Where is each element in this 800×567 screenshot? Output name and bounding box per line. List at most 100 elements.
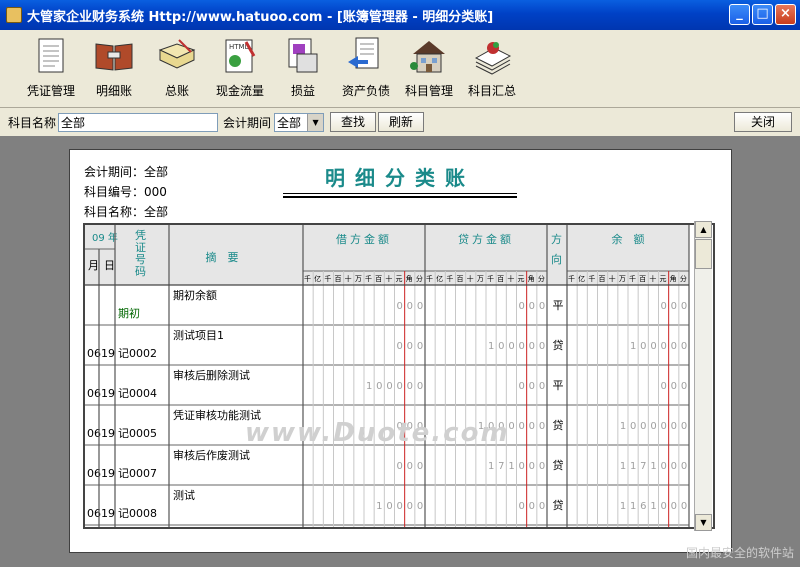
- minimize-button[interactable]: _: [729, 4, 750, 25]
- ledger-code: 科目编号：000: [84, 185, 167, 199]
- row-debit-amount: 0: [397, 381, 403, 392]
- vertical-scrollbar[interactable]: ▲ ▼: [694, 221, 712, 531]
- digit-header: 十: [649, 274, 656, 283]
- toolbar-subject-summary-button[interactable]: 科目汇总: [461, 30, 523, 106]
- digit-header: 百: [335, 275, 342, 283]
- find-button[interactable]: 查找: [330, 112, 377, 132]
- row-balance-amount: 0: [681, 381, 687, 392]
- toolbar-balance-sheet-button[interactable]: 资产负债: [335, 30, 397, 106]
- digit-header: 千: [304, 274, 311, 283]
- row-balance-amount: 1: [630, 501, 636, 512]
- toolbar-label: 损益: [290, 84, 315, 98]
- ledger-grid[interactable]: 09 年月日凭证号码摘 要借方金额 贷方金额方向余 额千亿千百十万千百十元角分千亿…: [83, 223, 715, 529]
- row-credit-amount: 0: [519, 381, 525, 392]
- toolbar-profit-loss-button[interactable]: 损益: [272, 30, 334, 106]
- row-debit-amount: 0: [407, 301, 413, 312]
- row-balance-amount: 0: [671, 301, 677, 312]
- row-voucher: 记0008: [118, 507, 157, 520]
- ledger-name: 科目名称：全部: [84, 205, 169, 219]
- chevron-down-icon[interactable]: ▼: [307, 113, 324, 131]
- row-debit-amount: 0: [417, 381, 423, 392]
- toolbar: 凭证管理 明细账 总账 HTML 现金流量 损益 资产负债 科目管理 科目汇总: [0, 30, 800, 108]
- digit-header: 角: [670, 274, 677, 283]
- header-voucher-char: 凭: [135, 228, 146, 242]
- row-balance-amount: 0: [681, 461, 687, 472]
- ledger-book-icon: [158, 39, 196, 69]
- row-balance-amount: 1: [630, 461, 636, 472]
- row-summary: 期初余额: [173, 288, 217, 302]
- row-debit-amount: 0: [397, 501, 403, 512]
- stacked-papers-icon: [474, 42, 512, 75]
- row-credit-amount: 0: [539, 461, 545, 472]
- row-direction: 贷: [553, 418, 564, 432]
- close-button[interactable]: 关闭: [734, 112, 792, 132]
- watermark: www.Duote.com: [245, 418, 510, 448]
- main-area: 会计期间：全部 科目编号：000 科目名称：全部 明细分类账 09 年月日凭证号…: [0, 136, 800, 567]
- digit-header: 亿: [314, 274, 321, 283]
- digit-header: 分: [538, 274, 545, 283]
- row-debit-amount: 0: [397, 301, 403, 312]
- row-balance-amount: 1: [650, 461, 656, 472]
- row-voucher: 记0002: [118, 347, 157, 360]
- toolbar-voucher-button[interactable]: 凭证管理: [20, 30, 82, 106]
- digit-header: 百: [375, 275, 382, 283]
- row-balance-amount: 0: [671, 421, 677, 432]
- subject-name-input[interactable]: [58, 112, 219, 132]
- toolbar-cashflow-button[interactable]: HTML 现金流量: [209, 30, 271, 106]
- scroll-thumb[interactable]: [695, 239, 712, 269]
- row-balance-amount: 0: [681, 341, 687, 352]
- row-balance-amount: 0: [661, 501, 667, 512]
- row-day: 19: [101, 507, 115, 520]
- toolbar-general-ledger-button[interactable]: 总账: [146, 30, 208, 106]
- scroll-up-icon[interactable]: ▲: [695, 221, 712, 238]
- row-credit-amount: 0: [519, 421, 525, 432]
- digit-header: 角: [528, 274, 535, 283]
- row-debit-amount: 0: [397, 461, 403, 472]
- row-balance-amount: 0: [681, 301, 687, 312]
- digit-header: 十: [385, 274, 392, 283]
- row-debit-amount: 0: [417, 461, 423, 472]
- row-balance-amount: 1: [620, 421, 626, 432]
- digit-header: 十: [609, 274, 616, 283]
- row-balance-amount: 1: [620, 501, 626, 512]
- period-select[interactable]: 全部 ▼: [274, 112, 325, 132]
- open-book-icon: [95, 43, 133, 71]
- scroll-down-icon[interactable]: ▼: [695, 514, 712, 531]
- toolbar-label: 科目管理: [404, 84, 453, 98]
- row-voucher: 期初: [118, 306, 140, 320]
- title-bar: 大管家企业财务系统 Http://www.hatuoo.com - [账簿管理器…: [0, 0, 800, 30]
- row-summary: 测试项目1: [173, 329, 224, 342]
- row-balance-amount: 0: [671, 381, 677, 392]
- digit-header: 亿: [578, 274, 585, 283]
- refresh-button[interactable]: 刷新: [378, 112, 425, 132]
- row-credit-amount: 7: [498, 461, 504, 472]
- row-direction: 贷: [553, 498, 564, 512]
- row-debit-amount: 1: [366, 381, 372, 392]
- digit-header: 百: [457, 275, 464, 283]
- row-balance-amount: 0: [671, 341, 677, 352]
- row-credit-amount: 0: [539, 381, 545, 392]
- row-credit-amount: 0: [519, 501, 525, 512]
- row-credit-amount: 0: [529, 341, 535, 352]
- row-debit-amount: 0: [407, 501, 413, 512]
- maximize-button[interactable]: □: [752, 4, 773, 25]
- toolbar-detail-ledger-button[interactable]: 明细账: [83, 30, 145, 106]
- header-year: 09 年: [92, 231, 118, 244]
- ledger-sheet: 会计期间：全部 科目编号：000 科目名称：全部 明细分类账 09 年月日凭证号…: [69, 149, 732, 553]
- row-credit-amount: 0: [529, 501, 535, 512]
- row-balance-amount: 1: [630, 341, 636, 352]
- app-icon: [6, 7, 22, 23]
- digit-header: 千: [365, 274, 372, 283]
- row-day: 19: [101, 467, 115, 480]
- digit-header: 元: [396, 275, 403, 283]
- row-debit-amount: 0: [397, 341, 403, 352]
- digit-header: 亿: [436, 274, 443, 283]
- row-debit-amount: 0: [407, 461, 413, 472]
- row-credit-amount: 0: [529, 301, 535, 312]
- period-label: 会计期间: [223, 115, 272, 130]
- toolbar-subject-manage-button[interactable]: 科目管理: [398, 30, 460, 106]
- close-window-button[interactable]: ×: [775, 4, 796, 25]
- row-balance-amount: 0: [681, 501, 687, 512]
- digit-header: 十: [507, 274, 514, 283]
- printer-page-icon: [288, 38, 318, 73]
